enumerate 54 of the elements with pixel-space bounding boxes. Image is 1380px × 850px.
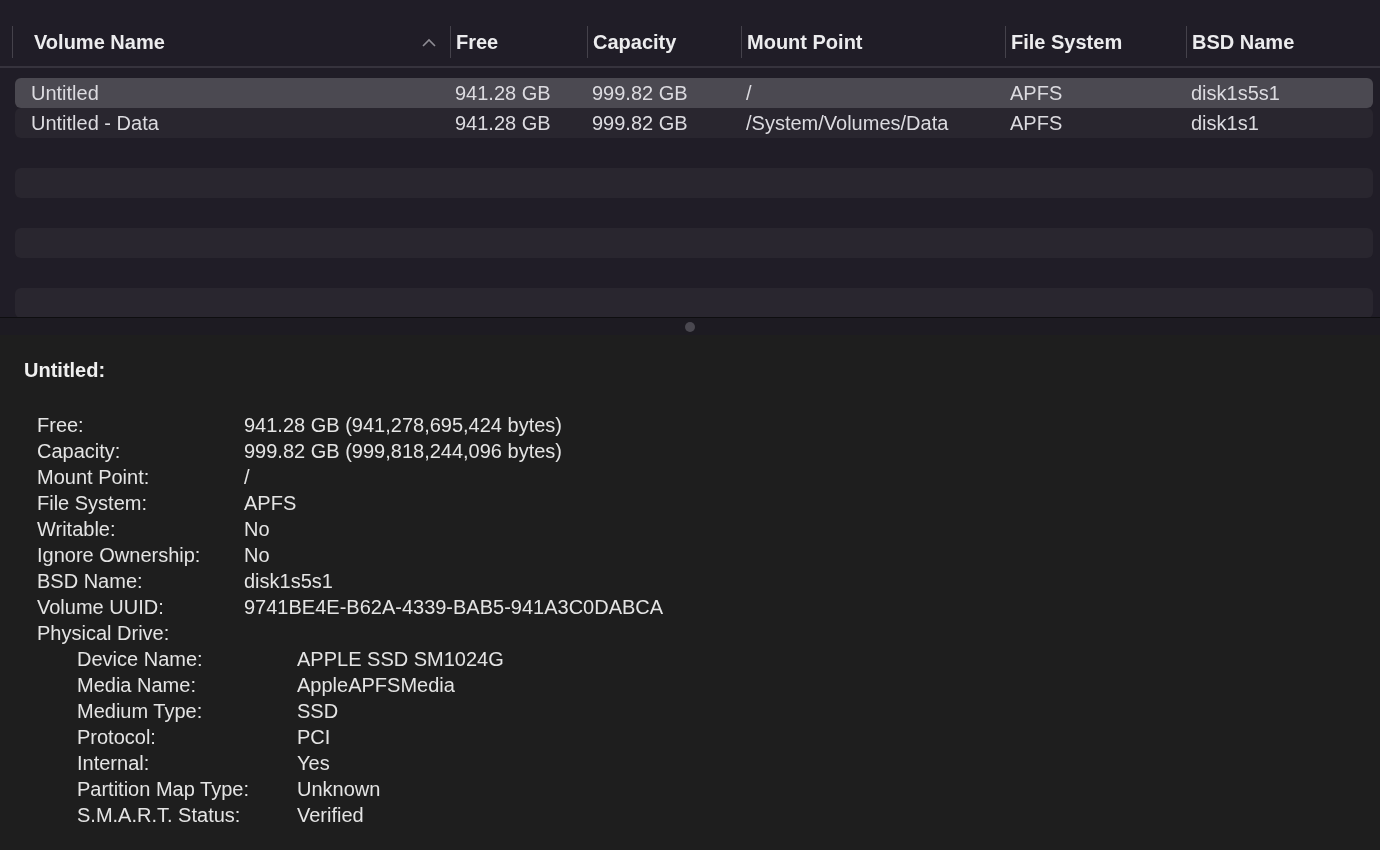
property-label: BSD Name: <box>37 569 144 593</box>
table-cell-text: 941.28 GB <box>454 81 552 105</box>
property-value: Verified <box>297 803 364 827</box>
table-cell-text: 999.82 GB <box>591 111 689 135</box>
column-header[interactable]: Mount Point <box>741 26 1005 58</box>
property-label: Protocol: <box>77 725 157 749</box>
table-cell-text: 999.82 GB <box>591 81 689 105</box>
property-value: 999.82 GB (999,818,244,096 bytes) <box>244 439 562 463</box>
property-value: APPLE SSD SM1024G <box>297 647 504 671</box>
table-cell-text: disk1s1 <box>1190 111 1260 135</box>
property-value: Yes <box>297 751 330 775</box>
property-label: Volume UUID: <box>37 595 165 619</box>
property-label: Capacity: <box>37 439 122 463</box>
property-value: AppleAPFSMedia <box>297 673 455 697</box>
property-value: SSD <box>297 699 339 723</box>
table-cell-text: Untitled <box>30 81 100 105</box>
table-row[interactable]: Untitled 941.28 GB 999.82 GB / APFS disk1s5s1 <box>15 78 1373 108</box>
table-cell-text: APFS <box>1009 111 1064 135</box>
property-label: Mount Point: <box>37 465 151 489</box>
column-header[interactable]: Free <box>450 26 587 58</box>
sort-chevron-icon <box>422 37 436 47</box>
column-header[interactable]: Capacity <box>587 26 741 58</box>
column-header[interactable]: File System <box>1005 26 1186 58</box>
property-value: No <box>244 517 270 541</box>
details-title: Untitled: <box>24 359 107 382</box>
table-cell-text: / <box>745 81 753 105</box>
property-label: Media Name: <box>77 673 197 697</box>
property-label: Internal: <box>77 751 151 775</box>
property-label: S.M.A.R.T. Status: <box>77 803 242 827</box>
table-cell-text: /System/Volumes/Data <box>745 111 950 135</box>
property-value: 941.28 GB (941,278,695,424 bytes) <box>244 413 562 437</box>
table-cell-text: APFS <box>1009 81 1064 105</box>
property-value: PCI <box>297 725 331 749</box>
property-label: File System: <box>37 491 149 515</box>
property-label: Partition Map Type: <box>77 777 250 801</box>
table-row[interactable]: Untitled - Data 941.28 GB 999.82 GB /System/Volumes/Data APFS disk1s1 <box>15 108 1373 138</box>
property-value: Unknown <box>297 777 381 801</box>
property-value: / <box>244 465 250 489</box>
property-value: No <box>244 543 270 567</box>
property-label: Physical Drive: <box>37 621 171 645</box>
column-header[interactable]: Volume Name <box>12 26 450 58</box>
property-label: Device Name: <box>77 647 204 671</box>
property-label: Free: <box>37 413 85 437</box>
property-value: APFS <box>244 491 297 515</box>
table-cell-text: disk1s5s1 <box>1190 81 1281 105</box>
table-cell-text: Untitled - Data <box>30 111 160 135</box>
column-header[interactable]: BSD Name <box>1186 26 1380 58</box>
property-label: Writable: <box>37 517 117 541</box>
property-label: Ignore Ownership: <box>37 543 202 567</box>
property-value: disk1s5s1 <box>244 569 333 593</box>
split-handle[interactable] <box>685 321 695 332</box>
property-label: Medium Type: <box>77 699 204 723</box>
table-cell-text: 941.28 GB <box>454 111 552 135</box>
property-value: 9741BE4E-B62A-4339-BAB5-941A3C0DABCA <box>244 595 664 619</box>
